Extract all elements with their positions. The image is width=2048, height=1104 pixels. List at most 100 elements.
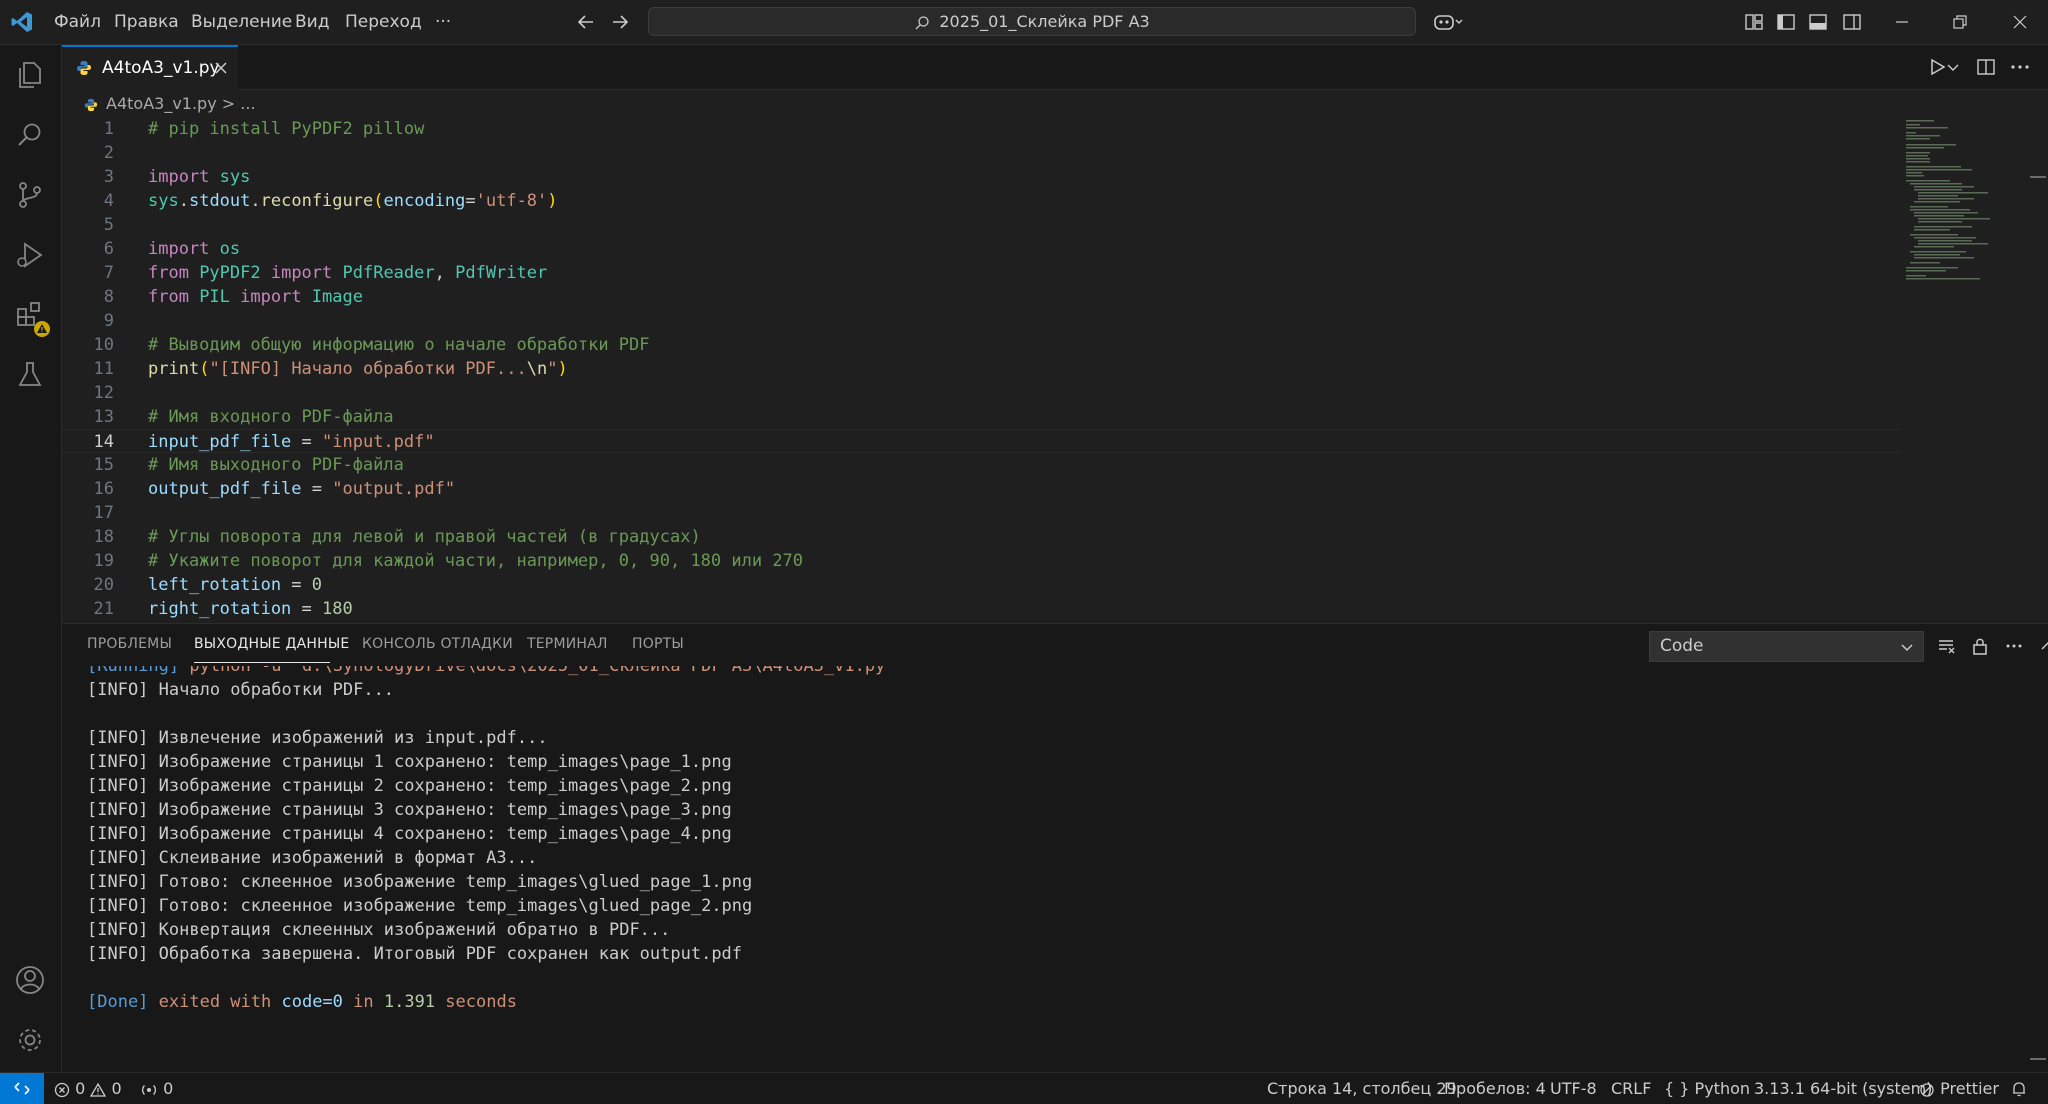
clear-output-icon[interactable]: [1936, 636, 1956, 656]
code-line[interactable]: 1 # pip install PyPDF2 pillow: [62, 117, 1902, 141]
more-actions-icon[interactable]: [2004, 636, 2024, 656]
remote-icon: [14, 1082, 30, 1095]
tab-a4toa3[interactable]: A4toA3_v1.py: [62, 45, 238, 90]
settings-gear-icon[interactable]: [13, 1023, 47, 1057]
code-line-current[interactable]: 14 input_pdf_file = "input.pdf": [62, 429, 1902, 453]
code-line[interactable]: 17: [62, 501, 1902, 525]
code-token: from: [148, 263, 189, 283]
search-icon[interactable]: [13, 118, 47, 152]
code-comment: # pip install PyPDF2 pillow: [148, 119, 425, 139]
tab-terminal[interactable]: ТЕРМИНАЛ: [527, 636, 608, 652]
code-token: PIL: [188, 287, 230, 307]
code-line[interactable]: 21 right_rotation = 180: [62, 597, 1902, 621]
minimap[interactable]: [1906, 118, 2026, 308]
code-line[interactable]: 20 left_rotation = 0: [62, 573, 1902, 597]
arrow-left-icon[interactable]: [574, 10, 598, 34]
command-center-search[interactable]: 2025_01_Склейка PDF A3: [648, 7, 1416, 36]
code-line[interactable]: 7 from PyPDF2 import PdfReader, PdfWriter: [62, 261, 1902, 285]
code-line[interactable]: 13 # Имя входного PDF-файла: [62, 405, 1902, 429]
output-line: [INFO] Обработка завершена. Итоговый PDF…: [87, 944, 743, 964]
line-number: 5: [103, 215, 114, 235]
code-line[interactable]: 19 # Укажите поворот для каждой части, на…: [62, 549, 1902, 573]
problems-indicator[interactable]: 0 0: [54, 1073, 122, 1104]
code-line[interactable]: 4 sys.stdout.reconfigure(encoding='utf-8'…: [62, 189, 1902, 213]
code-line[interactable]: 6 import os: [62, 237, 1902, 261]
arrow-right-icon[interactable]: [608, 10, 632, 34]
code-editor[interactable]: 1 # pip install PyPDF2 pillow 2 3 import s…: [62, 117, 2048, 622]
line-number: 1: [103, 119, 114, 139]
encoding[interactable]: UTF-8: [1550, 1073, 1597, 1104]
output-line: [INFO] Изображение страницы 3 сохранено:…: [87, 800, 732, 820]
maximize-panel-chevron-up-icon[interactable]: [2038, 636, 2048, 656]
output-line: [Running] python -u "d:\SynologyDrive\do…: [87, 666, 896, 678]
copilot-icon[interactable]: [1432, 10, 1466, 34]
code-line[interactable]: 11 print("[INFO] Начало обработки PDF...\…: [62, 357, 1902, 381]
code-line[interactable]: 15 # Имя выходного PDF-файла: [62, 453, 1902, 477]
ports-indicator[interactable]: 0: [140, 1073, 173, 1104]
tab-problems[interactable]: ПРОБЛЕМЫ: [87, 636, 172, 652]
tab-label: A4toA3_v1.py: [102, 58, 220, 78]
code-token: "output.pdf": [332, 479, 456, 499]
code-line[interactable]: 12: [62, 381, 1902, 405]
code-token: =: [465, 191, 476, 211]
menu-file[interactable]: Файл: [54, 0, 101, 44]
output-channel-select[interactable]: Code: [1649, 631, 1924, 662]
tab-ports[interactable]: ПОРТЫ: [632, 636, 684, 652]
code-line[interactable]: 10 # Выводим общую информацию о начале об…: [62, 333, 1902, 357]
lock-icon[interactable]: [1970, 636, 1990, 656]
menu-more[interactable]: ···: [435, 0, 451, 44]
menu-view[interactable]: Вид: [295, 0, 329, 44]
breadcrumb[interactable]: A4toA3_v1.py > ...: [84, 92, 256, 116]
line-number: 15: [93, 455, 114, 475]
breadcrumb-file[interactable]: A4toA3_v1.py: [106, 94, 217, 113]
remote-indicator[interactable]: [0, 1073, 44, 1104]
indentation[interactable]: Пробелов: 4: [1444, 1073, 1546, 1104]
more-actions-icon[interactable]: [2008, 55, 2032, 79]
tab-debug-console[interactable]: КОНСОЛЬ ОТЛАДКИ: [362, 636, 513, 652]
output-view[interactable]: [Running] python -u "d:\SynologyDrive\do…: [62, 666, 2048, 1073]
split-editor-icon[interactable]: [1974, 55, 1998, 79]
prettier-status[interactable]: Prettier: [1919, 1073, 1999, 1104]
toggle-panel-icon[interactable]: [1806, 10, 1830, 34]
menu-go[interactable]: Переход: [345, 0, 422, 44]
menu-selection[interactable]: Выделение: [191, 0, 292, 44]
notifications-bell-icon[interactable]: [2010, 1080, 2028, 1098]
customize-layout-icon[interactable]: [1742, 10, 1766, 34]
minimize-icon[interactable]: [1890, 10, 1914, 34]
scrollbar-marker[interactable]: [2030, 176, 2046, 178]
scrollbar-marker[interactable]: [2030, 1058, 2046, 1060]
code-line[interactable]: 2: [62, 141, 1902, 165]
chevron-down-icon[interactable]: [1945, 55, 1961, 79]
code-line[interactable]: 16 output_pdf_file = "output.pdf": [62, 477, 1902, 501]
braces-icon: { }: [1664, 1079, 1690, 1098]
language-mode[interactable]: { } Python: [1664, 1073, 1750, 1104]
explorer-icon[interactable]: [13, 58, 47, 92]
title-bar: Файл Правка Выделение Вид Переход ··· 20…: [0, 0, 2048, 45]
python-interpreter[interactable]: 3.13.1 64-bit (system): [1754, 1073, 1932, 1104]
breadcrumb-symbols[interactable]: ...: [240, 94, 255, 113]
code-line[interactable]: 8 from PIL import Image: [62, 285, 1902, 309]
run-debug-icon[interactable]: [13, 238, 47, 272]
close-tab-icon[interactable]: [212, 59, 230, 77]
code-token: 180: [322, 599, 353, 619]
code-line[interactable]: 3 import sys: [62, 165, 1902, 189]
code-line[interactable]: 9: [62, 309, 1902, 333]
end-of-line[interactable]: CRLF: [1611, 1073, 1651, 1104]
output-line: [INFO] Готово: склеенное изображение tem…: [87, 872, 753, 892]
code-token: import: [148, 167, 210, 187]
menu-edit[interactable]: Правка: [114, 0, 179, 44]
code-line[interactable]: 18 # Углы поворота для левой и правой час…: [62, 525, 1902, 549]
cursor-position[interactable]: Строка 14, столбец 29: [1267, 1073, 1457, 1104]
tab-output[interactable]: ВЫХОДНЫЕ ДАННЫЕ: [194, 636, 349, 652]
testing-icon[interactable]: [13, 358, 47, 392]
source-control-icon[interactable]: [13, 178, 47, 212]
broadcast-icon: [141, 1084, 157, 1095]
restore-icon[interactable]: [1948, 10, 1972, 34]
code-line[interactable]: 5: [62, 213, 1902, 237]
toggle-primary-sidebar-icon[interactable]: [1774, 10, 1798, 34]
accounts-icon[interactable]: [13, 963, 47, 997]
error-count: 0: [75, 1079, 86, 1098]
toggle-secondary-sidebar-icon[interactable]: [1840, 10, 1864, 34]
done-text: exited with: [148, 992, 282, 1012]
close-window-icon[interactable]: [2008, 10, 2032, 34]
